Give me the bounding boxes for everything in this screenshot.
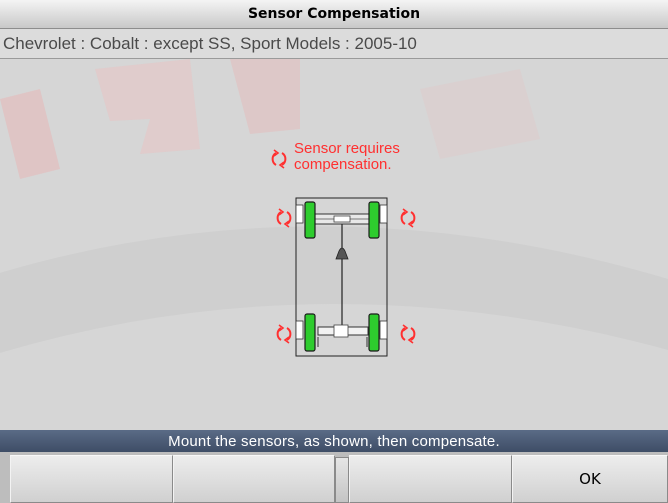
- instruction-text: Mount the sensors, as shown, then compen…: [168, 432, 500, 450]
- window-title: Sensor Compensation: [247, 6, 421, 22]
- rotate-icon-rear-right: [400, 324, 416, 344]
- wheel-front-right: [368, 201, 388, 239]
- vehicle-description: Chevrolet : Cobalt : except SS, Sport Mo…: [3, 33, 417, 53]
- vehicle-diagram: [271, 149, 416, 357]
- title-bar: Sensor Compensation: [0, 0, 668, 29]
- wheel-rear-left: [295, 313, 316, 352]
- function-button-2[interactable]: [173, 455, 335, 503]
- sensor-note-line1: Sensor requires: [294, 140, 400, 157]
- wheel-rear-right: [368, 313, 388, 352]
- legend-rotate-icon: [271, 149, 287, 169]
- sensor-head: [335, 247, 349, 260]
- vehicle-header: Chevrolet : Cobalt : except SS, Sport Mo…: [0, 29, 668, 59]
- rotate-icon-front-left: [276, 208, 292, 228]
- sensor-note-line2: compensation.: [294, 156, 392, 173]
- rotate-icon-front-right: [400, 208, 416, 228]
- wheel-front-left: [295, 201, 316, 239]
- instruction-bar: Mount the sensors, as shown, then compen…: [0, 430, 668, 452]
- button-divider: [335, 457, 349, 503]
- ok-button[interactable]: OK: [512, 455, 668, 503]
- sensor-note: Sensor requires compensation.: [294, 141, 434, 173]
- rotate-icon-rear-left: [276, 324, 292, 344]
- function-button-1[interactable]: [10, 455, 173, 503]
- ok-button-label: OK: [579, 470, 601, 488]
- diagram-area: Sensor requires compensation.: [0, 59, 668, 430]
- function-button-3[interactable]: [349, 455, 512, 503]
